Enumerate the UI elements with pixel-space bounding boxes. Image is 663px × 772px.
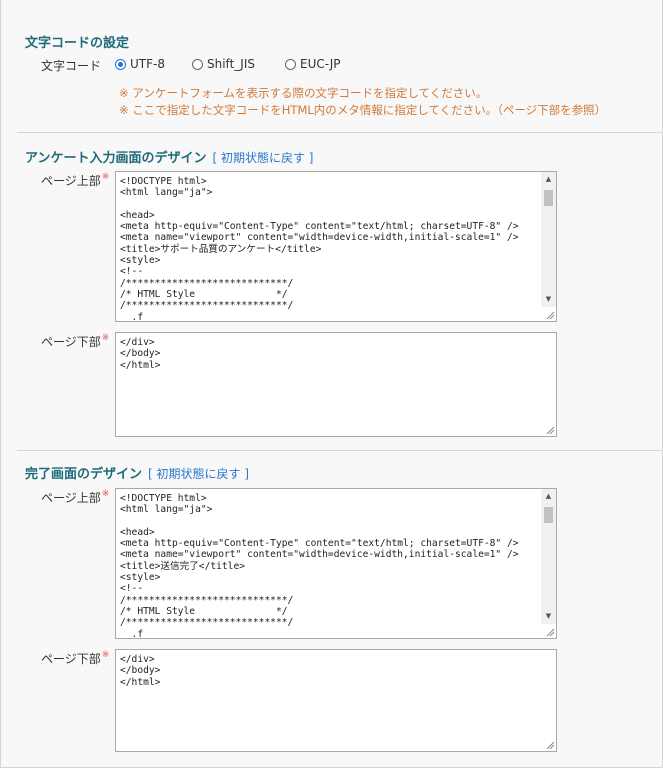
radio-shift-jis-label: Shift_JIS	[207, 57, 255, 71]
charset-label: 文字コード	[41, 59, 102, 73]
scroll-down-icon[interactable]: ▼	[541, 609, 556, 624]
charset-section-title: 文字コードの設定	[25, 36, 130, 51]
complete-top-code[interactable]: <!DOCTYPE html> <html lang="ja"> <head> …	[116, 489, 556, 638]
complete-design-title-text: 完了画面のデザイン	[25, 467, 143, 482]
survey-reset-link[interactable]: [ 初期状態に戻す ]	[212, 151, 313, 165]
survey-top-scrollbar[interactable]: ▲ ▼	[541, 172, 556, 307]
complete-design-title: 完了画面のデザイン [ 初期状態に戻す ]	[25, 463, 249, 482]
survey-design-title: アンケート入力画面のデザイン [ 初期状態に戻す ]	[25, 147, 313, 166]
survey-top-label: ページ上部※	[41, 172, 109, 189]
complete-bottom-label-text: ページ下部	[41, 652, 101, 666]
scroll-thumb[interactable]	[544, 507, 553, 523]
complete-bottom-code[interactable]: </div> </body> </html>	[116, 650, 556, 688]
radio-unchecked-icon[interactable]	[192, 58, 203, 70]
radio-utf8-label: UTF-8	[130, 57, 165, 71]
scroll-up-icon[interactable]: ▲	[541, 172, 556, 187]
scroll-thumb[interactable]	[544, 190, 553, 206]
survey-design-title-text: アンケート入力画面のデザイン	[25, 151, 207, 166]
resize-grip-icon[interactable]	[545, 627, 555, 637]
survey-bottom-code[interactable]: </div> </body> </html>	[116, 333, 556, 371]
survey-bottom-textarea[interactable]: </div> </body> </html>	[115, 332, 557, 437]
required-mark: ※	[101, 489, 110, 499]
resize-grip-icon[interactable]	[545, 740, 555, 750]
scroll-down-icon[interactable]: ▼	[541, 292, 556, 307]
complete-top-textarea[interactable]: <!DOCTYPE html> <html lang="ja"> <head> …	[115, 488, 557, 639]
radio-shift-jis[interactable]: Shift_JIS	[192, 57, 255, 71]
radio-checked-icon[interactable]	[115, 58, 126, 70]
section-divider	[17, 132, 662, 133]
survey-top-textarea[interactable]: <!DOCTYPE html> <html lang="ja"> <head> …	[115, 171, 557, 322]
survey-top-code[interactable]: <!DOCTYPE html> <html lang="ja"> <head> …	[116, 172, 556, 321]
complete-top-scrollbar[interactable]: ▲ ▼	[541, 489, 556, 624]
survey-top-label-text: ページ上部	[41, 174, 101, 188]
survey-bottom-label-text: ページ下部	[41, 335, 101, 349]
complete-bottom-textarea[interactable]: </div> </body> </html>	[115, 649, 557, 752]
required-mark: ※	[101, 333, 110, 343]
resize-grip-icon[interactable]	[545, 310, 555, 320]
settings-panel: 文字コードの設定 文字コード UTF-8 Shift_JIS EUC-JP ※ …	[0, 0, 663, 768]
radio-unchecked-icon[interactable]	[285, 58, 296, 70]
complete-reset-link[interactable]: [ 初期状態に戻す ]	[148, 467, 249, 481]
complete-top-label: ページ上部※	[41, 489, 109, 506]
scroll-up-icon[interactable]: ▲	[541, 489, 556, 504]
required-mark: ※	[101, 650, 110, 660]
complete-top-label-text: ページ上部	[41, 491, 101, 505]
survey-bottom-label: ページ下部※	[41, 333, 109, 350]
required-mark: ※	[101, 172, 110, 182]
resize-grip-icon[interactable]	[545, 425, 555, 435]
radio-utf8[interactable]: UTF-8	[115, 57, 165, 71]
section-divider	[17, 450, 662, 451]
radio-euc-jp-label: EUC-JP	[300, 57, 341, 71]
complete-bottom-label: ページ下部※	[41, 650, 109, 667]
radio-euc-jp[interactable]: EUC-JP	[285, 57, 341, 71]
charset-note-2: ※ ここで指定した文字コードをHTML内のメタ情報に指定してください。（ページ下…	[119, 103, 607, 117]
charset-note-1: ※ アンケートフォームを表示する際の文字コードを指定してください。	[119, 86, 488, 100]
